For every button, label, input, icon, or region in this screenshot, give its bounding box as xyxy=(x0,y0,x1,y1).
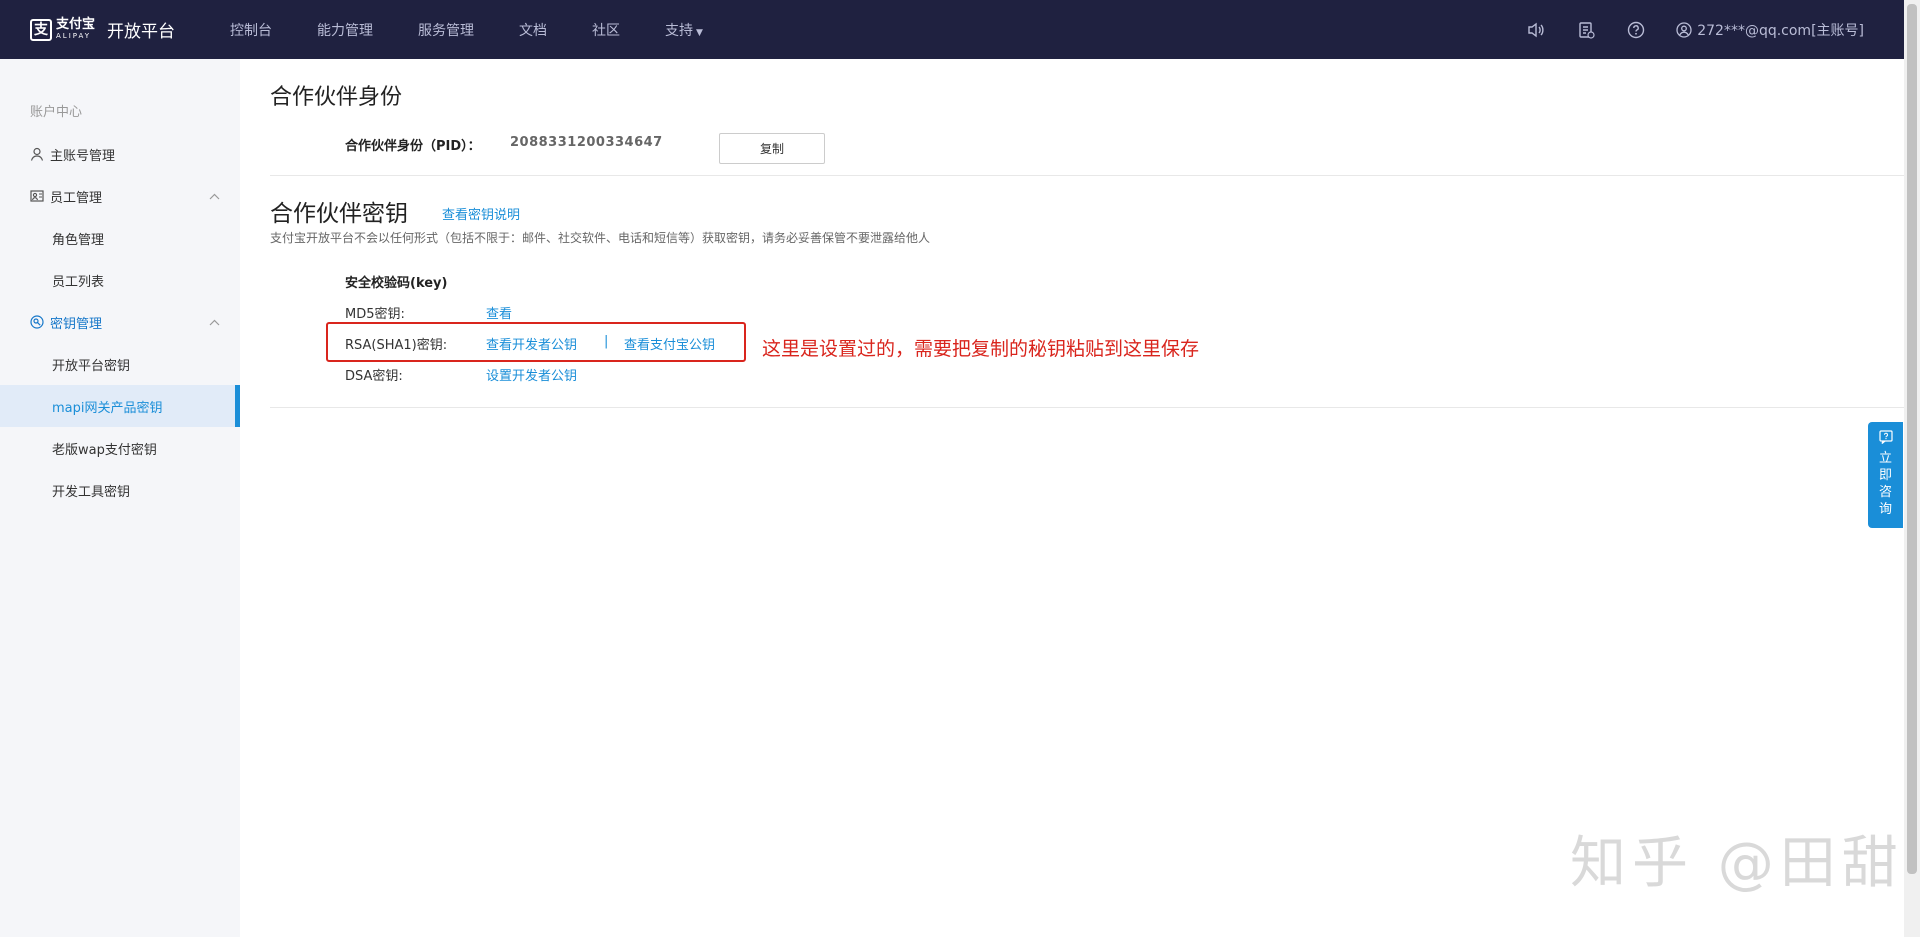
nav-capability[interactable]: 能力管理 xyxy=(317,20,373,40)
set-developer-public-key-link[interactable]: 设置开发者公钥 xyxy=(486,365,577,384)
sidebar-item-label: 开发工具密钥 xyxy=(52,484,131,500)
sidebar-item-main-account[interactable]: 主账号管理 xyxy=(0,133,240,175)
sidebar-item-key-management[interactable]: 密钥管理 xyxy=(0,301,240,343)
user-icon xyxy=(30,147,44,161)
consult-button[interactable]: 立即咨询 xyxy=(1868,422,1903,528)
view-alipay-public-key-link[interactable]: 查看支付宝公钥 xyxy=(624,334,715,353)
pid-value: 2088331200334647 xyxy=(510,135,663,150)
sidebar-item-label: 老版wap支付密钥 xyxy=(52,442,157,458)
sidebar-item-staff-list[interactable]: 员工列表 xyxy=(0,259,240,301)
pid-label: 合作伙伴身份（PID）： xyxy=(345,139,481,154)
md5-label: MD5密钥: xyxy=(345,307,405,322)
annotation-text: 这里是设置过的，需要把复制的秘钥粘贴到这里保存 xyxy=(762,338,1200,360)
sidebar-item-label: 角色管理 xyxy=(52,232,105,248)
page-scrollbar[interactable] xyxy=(1904,0,1920,937)
dsa-label: DSA密钥: xyxy=(345,369,403,384)
nav-community[interactable]: 社区 xyxy=(592,20,620,40)
document-icon[interactable] xyxy=(1576,20,1596,40)
sidebar-item-label: 开放平台密钥 xyxy=(52,358,131,374)
zhihu-watermark: 知乎 @田甜 xyxy=(1570,831,1904,896)
caret-down-icon: ▼ xyxy=(696,27,703,38)
nav-docs[interactable]: 文档 xyxy=(519,20,547,40)
user-email: 272***@qq.com[主账号] xyxy=(1697,22,1864,39)
logo-en-text: ALIPAY xyxy=(56,32,92,40)
sidebar-item-label: 员工列表 xyxy=(52,274,105,290)
sidebar-item-staff[interactable]: 员工管理 xyxy=(0,175,240,217)
sidebar-item-old-wap-key[interactable]: 老版wap支付密钥 xyxy=(0,427,240,469)
nav-console[interactable]: 控制台 xyxy=(230,20,272,40)
chat-help-icon xyxy=(1878,430,1893,444)
sidebar-item-devtool-key[interactable]: 开发工具密钥 xyxy=(0,469,240,511)
user-avatar-icon xyxy=(1676,21,1692,38)
chevron-up-icon xyxy=(209,315,220,330)
security-notice: 支付宝开放平台不会以任何形式（包括不限于：邮件、社交软件、电话和短信等）获取密钥… xyxy=(270,231,931,245)
platform-name: 开放平台 xyxy=(107,22,176,42)
link-separator: | xyxy=(604,334,609,349)
main-content: 合作伙伴身份 合作伙伴身份（PID）： 2088331200334647 复制 … xyxy=(240,59,1904,937)
consult-label: 立即咨询 xyxy=(1878,451,1892,517)
top-navbar: 支 支付宝 ALIPAY 开放平台 控制台 能力管理 服务管理 文档 社区 支持… xyxy=(0,0,1904,59)
scrollbar-thumb[interactable] xyxy=(1907,4,1917,874)
key-icon xyxy=(30,315,44,329)
sidebar-section-title: 账户中心 xyxy=(30,105,83,120)
security-key-label: 安全校验码(key) xyxy=(345,276,448,291)
staff-icon xyxy=(30,189,44,203)
sidebar-item-label: mapi网关产品密钥 xyxy=(52,400,163,416)
sidebar-item-label: 员工管理 xyxy=(50,190,103,206)
sidebar: 账户中心 主账号管理 员工管理 角色管理 员工列表 密钥管理 开放平台密钥 ma… xyxy=(0,59,240,937)
rsa-label: RSA(SHA1)密钥: xyxy=(345,338,448,353)
sidebar-item-label: 密钥管理 xyxy=(50,316,103,332)
alipay-logo[interactable]: 支 支付宝 ALIPAY 开放平台 xyxy=(30,0,175,59)
main-nav: 控制台 能力管理 服务管理 文档 社区 支持 ▼ xyxy=(230,20,748,40)
copy-button[interactable]: 复制 xyxy=(719,133,825,164)
user-account[interactable]: 272***@qq.com[主账号] xyxy=(1676,20,1864,40)
sidebar-item-roles[interactable]: 角色管理 xyxy=(0,217,240,259)
alipay-logo-icon: 支 xyxy=(30,18,52,41)
sidebar-item-mapi-key[interactable]: mapi网关产品密钥 xyxy=(0,385,240,427)
help-icon[interactable] xyxy=(1626,20,1646,40)
divider xyxy=(270,175,1904,176)
nav-support[interactable]: 支持 ▼ xyxy=(665,20,703,40)
logo-cn-text: 支付宝 xyxy=(56,17,96,32)
chevron-up-icon xyxy=(209,189,220,204)
sidebar-item-open-platform-key[interactable]: 开放平台密钥 xyxy=(0,343,240,385)
partner-key-title: 合作伙伴密钥 xyxy=(270,201,408,227)
nav-support-label: 支持 xyxy=(665,22,694,39)
view-developer-public-key-link[interactable]: 查看开发者公钥 xyxy=(486,334,577,353)
partner-identity-title: 合作伙伴身份 xyxy=(270,85,403,110)
key-doc-link[interactable]: 查看密钥说明 xyxy=(442,204,520,223)
nav-service[interactable]: 服务管理 xyxy=(418,20,474,40)
divider xyxy=(270,407,1904,408)
md5-view-link[interactable]: 查看 xyxy=(486,303,512,322)
sidebar-item-label: 主账号管理 xyxy=(50,148,116,164)
speaker-icon[interactable] xyxy=(1526,20,1546,40)
